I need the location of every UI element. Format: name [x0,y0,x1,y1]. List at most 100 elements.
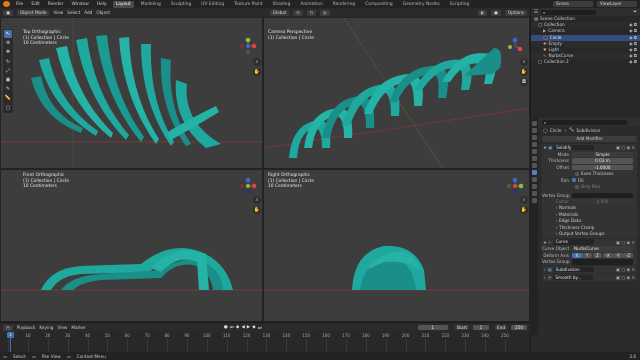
jump-start-icon[interactable]: ⏮ [230,325,234,331]
axis-neg-z-button[interactable]: -Z [623,252,633,258]
chevron-down-icon[interactable]: ▾ [544,240,546,245]
tab-scripting[interactable]: Scripting [447,1,473,8]
cursor-tool-icon[interactable]: ⊕ [4,39,12,47]
axis-gizmo-icon[interactable] [239,37,257,55]
tab-layout[interactable]: Layout [112,0,134,8]
tool-tab-icon[interactable] [531,121,537,126]
blender-logo-icon[interactable] [3,1,10,7]
tab-uv-editing[interactable]: UV Editing [198,1,227,8]
axis-neg-x-button[interactable]: -X [602,252,613,258]
modifier-toggle-icons[interactable]: ▣ ▢ ◉ ✕ [616,240,635,245]
axis-gizmo-icon[interactable] [239,177,257,195]
axis-neg-y-button[interactable]: -Y [613,252,623,258]
axis-gizmo-icon[interactable] [506,177,524,195]
mode-dropdown[interactable]: Simple [572,151,633,157]
axis-x-button[interactable]: X [572,252,582,258]
zoom-icon[interactable]: ⌕ [253,196,261,204]
start-frame-field[interactable]: 1 [473,324,489,331]
tab-sculpting[interactable]: Sculpting [168,1,195,8]
modifier-name-input[interactable]: Smooth by... [553,274,594,281]
chevron-down-icon[interactable]: ▾ [544,145,546,150]
menu-file[interactable]: File [14,2,25,7]
proportional-edit-icon[interactable]: ◎ [319,9,330,16]
properties-search-input[interactable]: ⌕ [542,119,627,125]
subpanel-output-vertex-groups[interactable]: › Output Vertex Groups [542,231,637,238]
view-layer-selector[interactable]: ViewLayer [597,1,637,7]
axis-z-button[interactable]: Z [592,252,603,258]
next-keyframe-icon[interactable]: ◆ [252,325,255,331]
menu-edit[interactable]: Edit [29,2,42,7]
menu-render[interactable]: Render [46,2,66,7]
chevron-right-icon[interactable]: › [544,275,546,280]
pan-hand-icon[interactable]: ✋ [253,206,261,214]
outliner-search-input[interactable]: ⌕ [541,9,597,15]
modifier-toggle-icons[interactable]: ▣ ▢ ◉ ✕ [616,267,635,272]
outliner-editor-icon[interactable]: ☰ [534,10,538,15]
editor-type-button[interactable]: ▣ [3,9,13,16]
tab-texture-paint[interactable]: Texture Paint [231,1,265,8]
modifier-tab-icon[interactable] [531,170,537,175]
output-tab-icon[interactable] [531,135,537,140]
snap-icon[interactable]: ⊓ [306,9,316,16]
filter-icon[interactable]: ⏷ [633,9,637,15]
menu-window[interactable]: Window [70,2,91,7]
modifier-name-input[interactable]: Solidify [554,144,595,151]
object-tab-icon[interactable] [531,163,537,168]
add-modifier-button[interactable]: Add Modifier [542,136,637,142]
scene-selector[interactable]: Scene [553,1,593,7]
vertex-group-field[interactable] [572,259,633,265]
scene-tab-icon[interactable] [531,149,537,154]
timeline-ruler[interactable]: 0102030405060708090100110120130140150160… [0,332,530,353]
chevron-right-icon[interactable]: › [544,267,546,272]
rotate-tool-icon[interactable]: ↻ [4,58,12,66]
pan-hand-icon[interactable]: ✋ [520,68,528,76]
zoom-icon[interactable]: ⌕ [253,58,261,66]
shading-solid-icon[interactable]: ● [491,9,501,16]
pivot-icon[interactable]: ⊙ [293,9,303,16]
curve-object-field[interactable]: NurbsCurve [572,246,633,252]
zoom-icon[interactable]: ⌕ [520,196,528,204]
only-rim-checkbox[interactable] [575,184,579,189]
prev-keyframe-icon[interactable]: ◆ [236,325,239,331]
constraint-tab-icon[interactable] [531,184,537,189]
menu-keying[interactable]: Keying [39,325,53,330]
viewport-top[interactable]: Top Orthographic (1) Collection | Circle… [0,17,263,169]
timeline-editor-icon[interactable]: ◷ [3,324,13,331]
play-reverse-icon[interactable]: ◀ [241,325,244,331]
pan-hand-icon[interactable]: ✋ [253,68,261,76]
viewport-right[interactable]: Right Orthographic (1) Collection | Circ… [263,169,530,322]
even-thickness-checkbox[interactable] [575,171,579,176]
view-layer-tab-icon[interactable] [531,142,537,147]
transform-tool-icon[interactable]: ▣ [4,76,12,84]
mode-selector[interactable]: Object Mode [16,9,50,16]
menu-help[interactable]: Help [95,2,109,7]
overlays-icon[interactable]: ◐ [477,9,488,16]
physics-tab-icon[interactable] [531,177,537,182]
menu-add[interactable]: Add [84,10,92,15]
tab-animation[interactable]: Animation [297,1,325,8]
menu-view[interactable]: View [53,10,63,15]
vertex-group-field[interactable] [572,192,633,198]
jump-end-icon[interactable]: ⏭ [258,325,262,331]
modifier-name-input[interactable]: Subdivision [553,266,594,273]
annotate-tool-icon[interactable]: ✎ [4,85,12,93]
modifier-name-input[interactable]: Curve [553,239,594,245]
modifier-toggle-icons[interactable]: ▣ ▢ ◉ ✕ [616,145,635,150]
zoom-icon[interactable]: ⌕ [520,58,528,66]
thickness-field[interactable]: 0.03 m [572,158,633,164]
measure-tool-icon[interactable]: 📏 [4,94,12,102]
pan-hand-icon[interactable]: ✋ [520,206,528,214]
current-frame-field[interactable]: 1 [417,324,448,331]
viewport-front[interactable]: Front Orthographic (1) Collection | Circ… [0,169,263,322]
outliner-row-collection-2[interactable]: ▢ Collection 2 ◉ ◘ [531,59,640,65]
viewport-camera[interactable]: Camera Perspective (1) Collection | Circ… [263,17,530,169]
world-tab-icon[interactable] [531,156,537,161]
record-icon[interactable]: ● [224,325,228,331]
move-tool-icon[interactable]: ✥ [4,48,12,56]
menu-object[interactable]: Object [96,10,110,15]
options-button[interactable]: Options [504,9,527,16]
menu-playback[interactable]: Playback [17,325,36,330]
menu-view[interactable]: View [57,325,67,330]
play-icon[interactable]: ▶ [247,325,250,331]
modifier-toggle-icons[interactable]: ▣ ▢ ◉ ✕ [616,275,635,280]
